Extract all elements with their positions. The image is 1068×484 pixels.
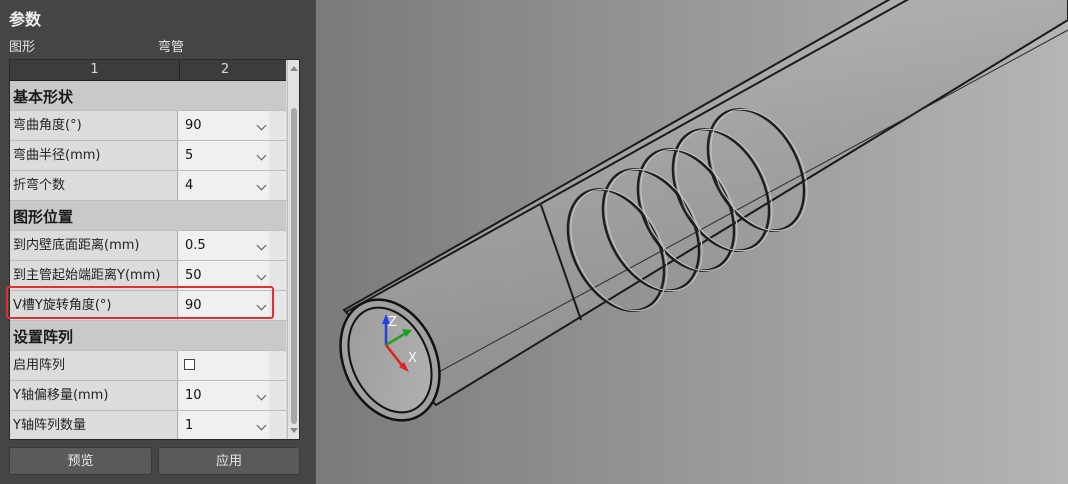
enable-array-cell — [179, 351, 269, 380]
bend-angle-select[interactable]: 90 — [179, 111, 269, 140]
row-enable-array: 启用阵列 — [10, 351, 286, 381]
section-array-settings[interactable]: 设置阵列 — [10, 321, 286, 351]
y-offset-select[interactable]: 10 — [179, 381, 269, 410]
row-y-offset: Y轴偏移量(mm) 10 — [10, 381, 286, 411]
section-title: 基本形状 — [13, 88, 74, 106]
panel-title: 参数 — [9, 10, 42, 29]
viewport-canvas: Z X — [316, 0, 1068, 484]
chevron-down-icon[interactable] — [256, 240, 267, 251]
enable-array-checkbox[interactable] — [184, 359, 195, 370]
param-label: 到内壁底面距离(mm) — [10, 231, 178, 260]
chevron-down-icon[interactable] — [256, 150, 267, 161]
param-value: 5 — [185, 148, 194, 163]
chevron-down-icon[interactable] — [256, 120, 267, 131]
parameter-panel: 参数 图形 弯管 1 2 基本形状 弯曲角度(°) 90 弯曲半径(mm) 5 — [0, 0, 315, 484]
grid-scrollbar[interactable] — [287, 60, 299, 439]
row-y-array-count: Y轴阵列数量 1 — [10, 411, 286, 439]
bend-count-select[interactable]: 4 — [179, 171, 269, 200]
param-label: 弯曲半径(mm) — [10, 141, 178, 170]
y-array-count-select[interactable]: 1 — [179, 411, 269, 439]
scroll-down-arrow-icon[interactable] — [290, 428, 298, 433]
row-bend-count: 折弯个数 4 — [10, 171, 286, 201]
param-label: 启用阵列 — [10, 351, 178, 380]
param-label: 弯曲角度(°) — [10, 111, 178, 140]
chevron-down-icon[interactable] — [256, 390, 267, 401]
section-basic-shape[interactable]: 基本形状 — [10, 81, 286, 111]
column-header-2[interactable]: 2 — [180, 60, 270, 80]
x-axis-label: X — [408, 351, 417, 366]
preview-button[interactable]: 预览 — [9, 447, 152, 475]
chevron-down-icon[interactable] — [256, 180, 267, 191]
shape-label: 图形 — [9, 40, 36, 55]
param-value: 90 — [185, 118, 202, 133]
grid-rows: 基本形状 弯曲角度(°) 90 弯曲半径(mm) 5 折弯个数 4 图形位置 到… — [10, 81, 286, 439]
param-value: 1 — [185, 418, 194, 433]
property-grid: 1 2 基本形状 弯曲角度(°) 90 弯曲半径(mm) 5 折弯个数 4 图形… — [9, 59, 300, 440]
chevron-down-icon[interactable] — [256, 420, 267, 431]
inner-wall-distance-select[interactable]: 0.5 — [179, 231, 269, 260]
bend-radius-select[interactable]: 5 — [179, 141, 269, 170]
param-value: 4 — [185, 178, 194, 193]
z-axis-label: Z — [388, 315, 397, 330]
row-bend-radius: 弯曲半径(mm) 5 — [10, 141, 286, 171]
highlight-annotation — [6, 286, 274, 319]
param-label: 折弯个数 — [10, 171, 178, 200]
param-value: 50 — [185, 268, 202, 283]
scroll-thumb[interactable] — [291, 108, 297, 424]
chevron-down-icon[interactable] — [256, 270, 267, 281]
scroll-up-arrow-icon[interactable] — [290, 66, 298, 71]
apply-button[interactable]: 应用 — [158, 447, 300, 475]
param-label: Y轴阵列数量 — [10, 411, 178, 439]
param-value: 10 — [185, 388, 202, 403]
section-title: 图形位置 — [13, 208, 74, 226]
param-value: 0.5 — [185, 238, 206, 253]
param-label: Y轴偏移量(mm) — [10, 381, 178, 410]
3d-viewport[interactable]: Z X — [316, 0, 1068, 484]
shape-value: 弯管 — [158, 40, 185, 55]
section-shape-position[interactable]: 图形位置 — [10, 201, 286, 231]
row-inner-wall-distance: 到内壁底面距离(mm) 0.5 — [10, 231, 286, 261]
section-title: 设置阵列 — [13, 328, 74, 346]
column-header-1[interactable]: 1 — [10, 60, 180, 80]
grid-header: 1 2 — [10, 60, 286, 81]
row-bend-angle: 弯曲角度(°) 90 — [10, 111, 286, 141]
